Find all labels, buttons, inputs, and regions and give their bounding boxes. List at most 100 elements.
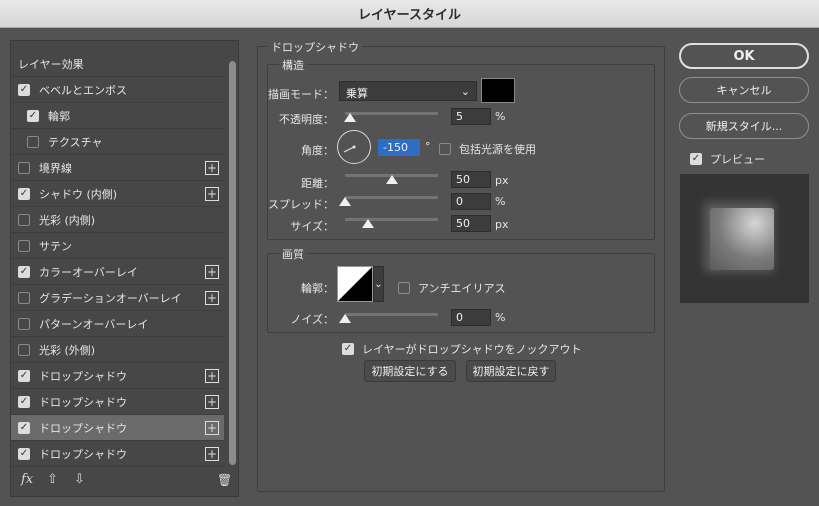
list-scrollbar-thumb[interactable] <box>229 61 236 465</box>
effect-checkbox[interactable] <box>18 213 30 226</box>
add-effect-icon[interactable]: + <box>205 421 219 435</box>
effect-checkbox[interactable]: ✓ <box>18 265 30 278</box>
move-up-icon[interactable]: ⇧ <box>47 472 58 487</box>
opacity-input[interactable]: 5 <box>451 108 491 125</box>
add-effect-icon[interactable]: + <box>205 369 219 383</box>
blend-mode-value: 乗算 <box>346 87 368 100</box>
angle-label: 角度： <box>301 144 334 157</box>
distance-label: 距離： <box>301 177 334 190</box>
contour-dropdown-button[interactable]: ⌄ <box>373 266 384 302</box>
new-style-button[interactable]: 新規スタイル... <box>679 113 809 139</box>
size-slider-thumb[interactable] <box>362 219 375 228</box>
contour-linear-icon <box>338 267 372 301</box>
shadow-color-swatch[interactable] <box>481 78 515 103</box>
effect-row[interactable]: サテン <box>11 233 224 259</box>
effect-checkbox[interactable]: ✓ <box>18 187 30 200</box>
add-effect-icon[interactable]: + <box>205 291 219 305</box>
distance-slider-thumb[interactable] <box>385 175 398 184</box>
angle-input[interactable]: -150 <box>378 139 420 156</box>
effect-row[interactable]: 境界線 + <box>11 155 224 181</box>
distance-input[interactable]: 50 <box>451 171 491 188</box>
spread-label: スプレッド： <box>268 198 334 211</box>
effects-list-panel: レイヤー効果 ✓ ベベルとエンボス ✓ 輪郭 テクスチャ 境界線 + ✓ シャドウ (内側) + 光… <box>10 40 239 497</box>
effect-row[interactable]: ✓ ドロップシャドウ + <box>11 415 224 441</box>
antialias-label: アンチエイリアス <box>418 282 506 295</box>
effect-row[interactable]: ✓ ベベルとエンボス <box>11 77 224 103</box>
add-effect-icon[interactable]: + <box>205 395 219 409</box>
spread-slider-thumb[interactable] <box>339 197 351 206</box>
effect-checkbox[interactable]: ✓ <box>18 395 30 408</box>
style-preview <box>680 174 809 303</box>
size-input[interactable]: 50 <box>451 215 491 232</box>
preview-tile <box>710 208 774 270</box>
effect-row[interactable]: ✓ ドロップシャドウ + <box>11 441 224 467</box>
effect-row[interactable]: グラデーションオーバーレイ + <box>11 285 224 311</box>
opacity-slider[interactable] <box>345 112 438 115</box>
global-light-checkbox[interactable]: 包括光源を使用 <box>439 141 536 157</box>
effect-row[interactable]: ✓ ドロップシャドウ + <box>11 389 224 415</box>
effect-checkbox[interactable] <box>18 161 30 174</box>
effect-label: 光彩 (外側) <box>39 343 96 357</box>
effects-toolbar: fx ⇧ ⇩ 🗑 <box>11 469 238 496</box>
antialias-checkbox[interactable]: アンチエイリアス <box>398 280 506 296</box>
reset-default-button[interactable]: 初期設定に戻す <box>466 360 556 382</box>
distance-unit: px <box>495 174 509 187</box>
add-effect-icon[interactable]: + <box>205 447 219 461</box>
effect-checkbox[interactable] <box>18 317 30 330</box>
add-effect-icon[interactable]: + <box>205 187 219 201</box>
spread-slider[interactable] <box>345 196 438 199</box>
add-effect-icon[interactable]: + <box>205 161 219 175</box>
noise-label: ノイズ： <box>290 313 334 326</box>
effect-checkbox[interactable]: ✓ <box>18 447 30 460</box>
noise-slider-thumb[interactable] <box>339 314 351 323</box>
effect-checkbox[interactable]: ✓ <box>27 109 39 122</box>
fx-icon[interactable]: fx <box>21 472 33 487</box>
effect-checkbox[interactable]: ✓ <box>18 369 30 382</box>
layer-effects-header[interactable]: レイヤー効果 <box>11 51 224 77</box>
knockout-checkbox-box[interactable]: ✓ <box>342 343 354 355</box>
ok-button[interactable]: OK <box>679 43 809 69</box>
make-default-button[interactable]: 初期設定にする <box>364 360 456 382</box>
knockout-label: レイヤーがドロップシャドウをノックアウト <box>362 343 582 356</box>
preview-checkbox[interactable]: ✓ プレビュー <box>690 151 765 167</box>
effect-row[interactable]: ✓ シャドウ (内側) + <box>11 181 224 207</box>
add-effect-icon[interactable]: + <box>205 265 219 279</box>
global-light-checkbox-box[interactable] <box>439 143 451 155</box>
opacity-slider-thumb[interactable] <box>343 113 356 122</box>
cancel-button[interactable]: キャンセル <box>679 77 809 103</box>
list-scrollbar[interactable] <box>227 51 237 467</box>
move-down-icon[interactable]: ⇩ <box>74 472 85 487</box>
angle-dial[interactable] <box>337 130 371 164</box>
effect-row[interactable]: テクスチャ <box>11 129 224 155</box>
effect-row[interactable]: 光彩 (内側) <box>11 207 224 233</box>
structure-title: 構造 <box>279 57 307 73</box>
trash-icon[interactable]: 🗑 <box>217 473 232 487</box>
effect-checkbox[interactable] <box>18 291 30 304</box>
effect-label: カラーオーバーレイ <box>39 265 138 279</box>
effect-checkbox[interactable] <box>27 135 39 148</box>
effect-checkbox[interactable] <box>18 239 30 252</box>
noise-slider[interactable] <box>345 313 438 316</box>
effect-checkbox[interactable] <box>18 343 30 356</box>
knockout-checkbox[interactable]: ✓ レイヤーがドロップシャドウをノックアウト <box>342 341 581 357</box>
size-slider[interactable] <box>345 218 438 221</box>
effect-row[interactable]: ✓ カラーオーバーレイ + <box>11 259 224 285</box>
opacity-unit: % <box>495 110 506 123</box>
size-unit: px <box>495 218 509 231</box>
effect-row[interactable]: 光彩 (外側) <box>11 337 224 363</box>
effect-row[interactable]: ✓ ドロップシャドウ + <box>11 363 224 389</box>
effect-row[interactable]: ✓ 輪郭 <box>11 103 224 129</box>
contour-label: 輪郭： <box>301 282 334 295</box>
effect-checkbox[interactable]: ✓ <box>18 83 30 96</box>
antialias-checkbox-box[interactable] <box>398 282 410 294</box>
effect-checkbox[interactable]: ✓ <box>18 421 30 434</box>
effect-row[interactable]: パターンオーバーレイ <box>11 311 224 337</box>
blend-mode-select[interactable]: 乗算 ⌄ <box>339 81 477 101</box>
spread-input[interactable]: 0 <box>451 193 491 210</box>
chevron-down-icon: ⌄ <box>374 278 383 290</box>
effect-label: ドロップシャドウ <box>39 421 127 435</box>
effect-label: ドロップシャドウ <box>39 395 127 409</box>
preview-checkbox-box[interactable]: ✓ <box>690 153 702 165</box>
noise-input[interactable]: 0 <box>451 309 491 326</box>
contour-picker[interactable] <box>337 266 373 302</box>
